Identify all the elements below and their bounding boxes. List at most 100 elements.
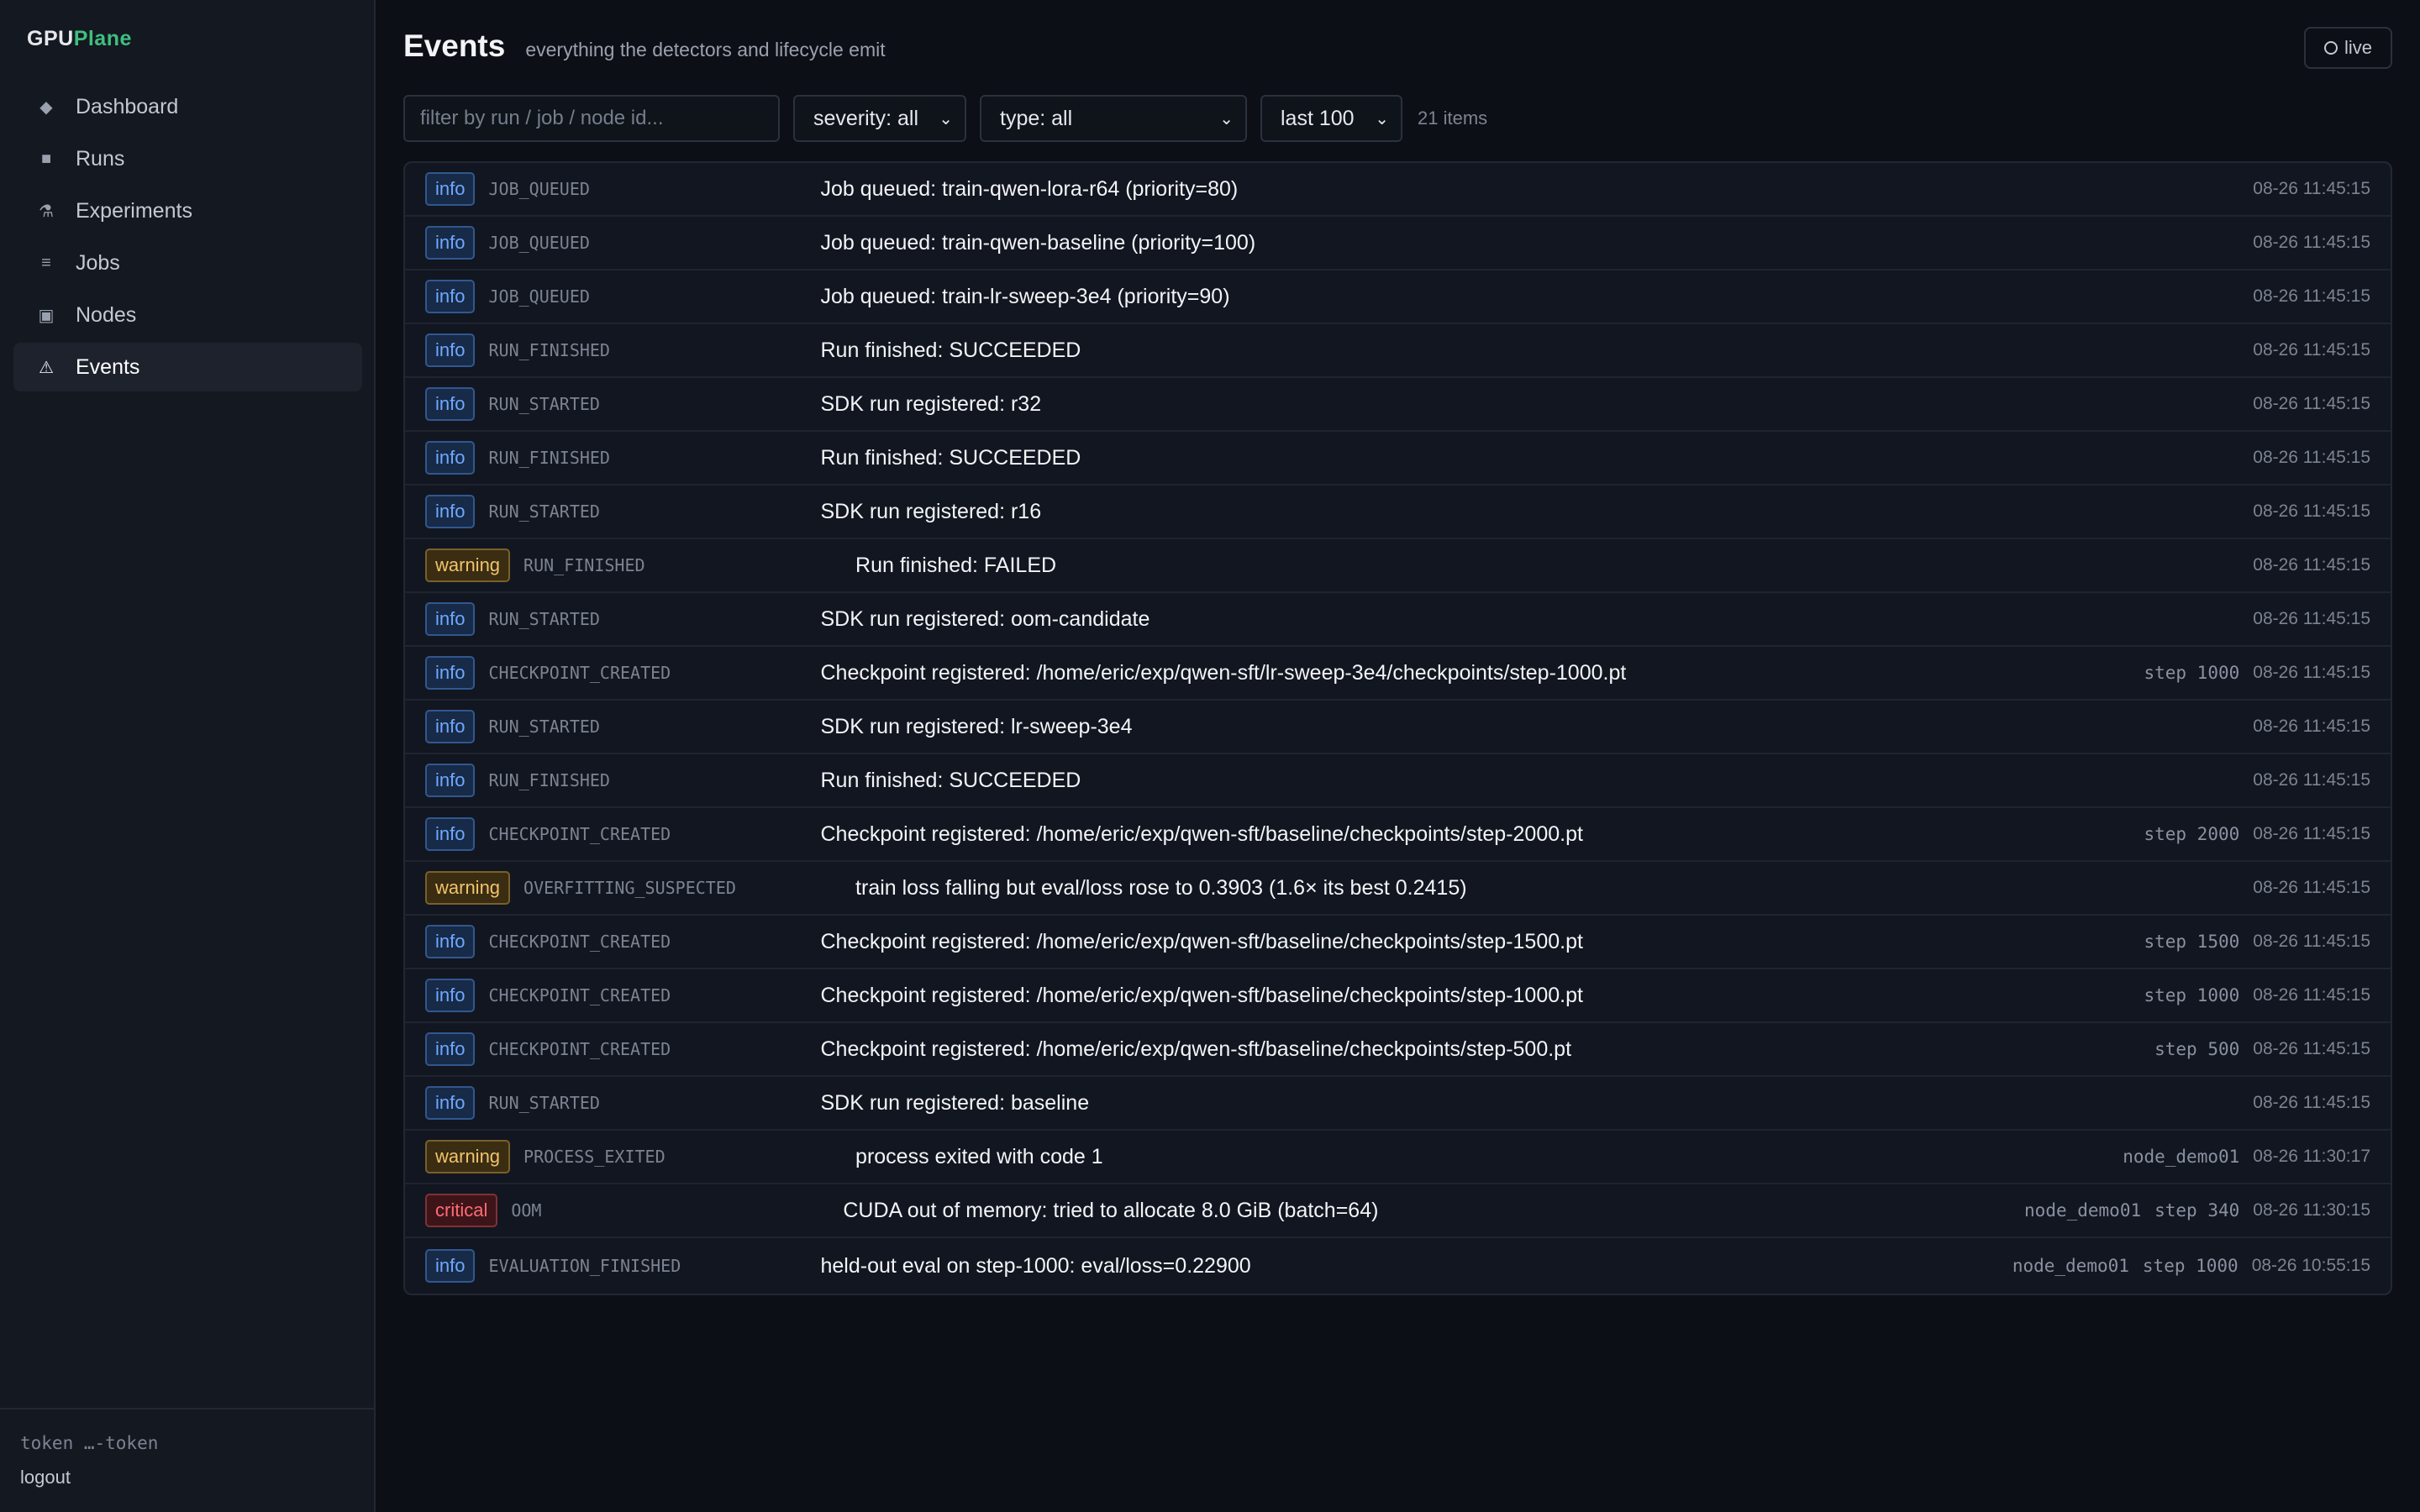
event-meta: 08-26 11:45:15 xyxy=(2253,340,2370,360)
sidebar-item-events[interactable]: ⚠ Events xyxy=(13,343,362,391)
severity-badge: info xyxy=(425,1032,476,1066)
severity-select[interactable]: severity: all ⌄ xyxy=(793,95,966,142)
event-type: RUN_FINISHED xyxy=(488,448,610,468)
live-toggle-button[interactable]: live xyxy=(2303,27,2392,69)
event-row[interactable]: info RUN_STARTED SDK run registered: oom-c… xyxy=(405,593,2391,647)
limit-select[interactable]: last 100 ⌄ xyxy=(1260,95,1402,142)
event-node[interactable]: node_demo01 xyxy=(2123,1147,2239,1167)
sidebar-item-runs[interactable]: ■ Runs xyxy=(13,134,362,183)
sidebar-item-label: Jobs xyxy=(76,250,120,275)
event-meta: 08-26 11:45:15 xyxy=(2253,555,2370,575)
severity-badge: info xyxy=(425,495,476,528)
event-row[interactable]: info RUN_STARTED SDK run registered: basel… xyxy=(405,1077,2391,1131)
event-timestamp: 08-26 11:45:15 xyxy=(2253,555,2370,575)
event-message: Run finished: SUCCEEDED xyxy=(820,338,1081,362)
event-type: RUN_STARTED xyxy=(488,394,600,414)
event-row[interactable]: info RUN_STARTED SDK run registered: r16 08… xyxy=(405,486,2391,539)
event-timestamp: 08-26 11:45:15 xyxy=(2253,340,2370,360)
event-message: Job queued: train-qwen-baseline (priorit… xyxy=(820,230,1256,255)
event-message: SDK run registered: r32 xyxy=(820,391,1042,416)
list-icon: ≡ xyxy=(41,253,51,272)
event-row[interactable]: critical OOM CUDA out of memory: tried to … xyxy=(405,1184,2391,1238)
brand-prefix: GPU xyxy=(27,27,74,50)
event-message: SDK run registered: oom-candidate xyxy=(820,606,1150,631)
event-row[interactable]: warning PROCESS_EXITED process exited with… xyxy=(405,1131,2391,1184)
event-meta: 08-26 11:45:15 xyxy=(2253,501,2370,522)
sidebar-item-jobs[interactable]: ≡ Jobs xyxy=(13,239,362,287)
sidebar-item-dashboard[interactable]: ◆ Dashboard xyxy=(13,82,362,131)
severity-badge: info xyxy=(425,817,476,851)
event-timestamp: 08-26 11:45:15 xyxy=(2253,501,2370,521)
event-row[interactable]: info JOB_QUEUED Job queued: train-qwen-bas… xyxy=(405,217,2391,270)
event-row[interactable]: info CHECKPOINT_CREATED Checkpoint registe… xyxy=(405,808,2391,862)
severity-badge: info xyxy=(425,172,476,206)
event-timestamp: 08-26 11:45:15 xyxy=(2253,609,2370,628)
event-timestamp: 08-26 11:45:15 xyxy=(2253,286,2370,306)
severity-badge: info xyxy=(425,710,476,743)
event-meta: 08-26 11:45:15 xyxy=(2253,878,2370,898)
event-message: CUDA out of memory: tried to allocate 8.… xyxy=(843,1198,1379,1222)
event-row[interactable]: info RUN_FINISHED Run finished: SUCCEEDED 0… xyxy=(405,754,2391,808)
severity-badge: warning xyxy=(425,549,511,582)
event-row[interactable]: info RUN_STARTED SDK run registered: lr-sw… xyxy=(405,701,2391,754)
severity-badge: warning xyxy=(425,871,511,905)
event-type: OVERFITTING_SUSPECTED xyxy=(523,878,736,898)
sidebar-item-experiments[interactable]: ⚗ Experiments xyxy=(13,186,362,235)
brand-logo[interactable]: GPUPlane xyxy=(27,27,132,51)
event-step: step 1000 xyxy=(2144,663,2240,683)
event-type: RUN_STARTED xyxy=(488,1093,600,1113)
event-message: train loss falling but eval/loss rose to… xyxy=(855,875,1467,900)
event-meta: 08-26 11:45:15 xyxy=(2253,233,2370,253)
event-row[interactable]: info CHECKPOINT_CREATED Checkpoint registe… xyxy=(405,647,2391,701)
event-row[interactable]: info CHECKPOINT_CREATED Checkpoint registe… xyxy=(405,916,2391,969)
event-type: CHECKPOINT_CREATED xyxy=(488,824,671,844)
item-count: 21 items xyxy=(1418,108,1488,129)
event-row[interactable]: warning OVERFITTING_SUSPECTED train loss f… xyxy=(405,862,2391,916)
severity-badge: info xyxy=(425,387,476,421)
search-input[interactable] xyxy=(403,95,780,142)
event-row[interactable]: info RUN_STARTED SDK run registered: r32 08… xyxy=(405,378,2391,432)
event-type: RUN_STARTED xyxy=(488,609,600,629)
event-type: CHECKPOINT_CREATED xyxy=(488,1039,671,1059)
event-row[interactable]: info CHECKPOINT_CREATED Checkpoint registe… xyxy=(405,969,2391,1023)
type-select[interactable]: type: all ⌄ xyxy=(980,95,1247,142)
page-subtitle: everything the detectors and lifecycle e… xyxy=(525,39,886,60)
event-type: EVALUATION_FINISHED xyxy=(488,1256,681,1276)
event-row[interactable]: info CHECKPOINT_CREATED Checkpoint registe… xyxy=(405,1023,2391,1077)
event-message: Run finished: SUCCEEDED xyxy=(820,768,1081,792)
event-meta: step 500 08-26 11:45:15 xyxy=(2154,1039,2370,1059)
node-icon: ▣ xyxy=(38,306,55,325)
severity-badge: info xyxy=(425,656,476,690)
limit-select-value: last 100 xyxy=(1281,106,1355,130)
severity-badge: warning xyxy=(425,1140,511,1173)
severity-badge: info xyxy=(425,333,476,367)
event-timestamp: 08-26 11:30:17 xyxy=(2253,1147,2370,1166)
event-row[interactable]: info RUN_FINISHED Run finished: SUCCEEDED 0… xyxy=(405,432,2391,486)
event-message: process exited with code 1 xyxy=(855,1144,1103,1168)
event-step: step 1000 xyxy=(2144,985,2240,1005)
event-row[interactable]: info JOB_QUEUED Job queued: train-lr-sweep… xyxy=(405,270,2391,324)
logout-link[interactable]: logout xyxy=(20,1467,354,1488)
event-timestamp: 08-26 11:45:15 xyxy=(2253,824,2370,843)
event-row[interactable]: warning RUN_FINISHED Run finished: FAILED 0… xyxy=(405,539,2391,593)
event-type: RUN_FINISHED xyxy=(488,770,610,790)
event-step: step 1000 xyxy=(2142,1256,2238,1276)
event-type: CHECKPOINT_CREATED xyxy=(488,985,671,1005)
event-meta: step 2000 08-26 11:45:15 xyxy=(2144,824,2370,844)
event-type: JOB_QUEUED xyxy=(488,286,590,307)
event-row[interactable]: info EVALUATION_FINISHED held-out eval on … xyxy=(405,1238,2391,1294)
diamond-icon: ◆ xyxy=(39,97,53,117)
event-meta: 08-26 11:45:15 xyxy=(2253,770,2370,790)
event-node[interactable]: node_demo01 xyxy=(2024,1200,2141,1221)
event-timestamp: 08-26 11:45:15 xyxy=(2253,663,2370,682)
event-meta: step 1000 08-26 11:45:15 xyxy=(2144,985,2370,1005)
event-step: step 2000 xyxy=(2144,824,2240,844)
severity-select-value: severity: all xyxy=(813,106,919,130)
main-content: Events everything the detectors and life… xyxy=(376,0,2420,1512)
event-row[interactable]: info JOB_QUEUED Job queued: train-qwen-lor… xyxy=(405,163,2391,217)
sidebar-item-nodes[interactable]: ▣ Nodes xyxy=(13,291,362,339)
event-node[interactable]: node_demo01 xyxy=(2012,1256,2129,1276)
event-row[interactable]: info RUN_FINISHED Run finished: SUCCEEDED 0… xyxy=(405,324,2391,378)
page-header: Events everything the detectors and life… xyxy=(403,29,886,64)
event-timestamp: 08-26 11:30:15 xyxy=(2253,1200,2370,1220)
